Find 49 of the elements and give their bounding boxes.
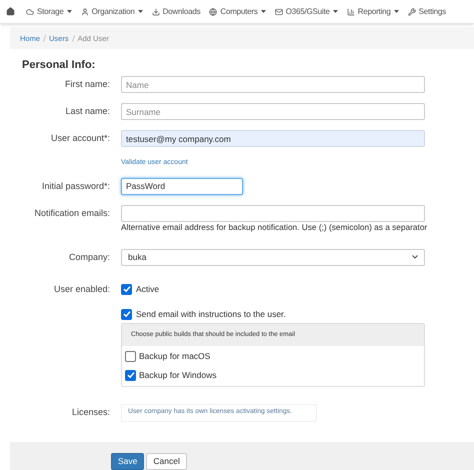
breadcrumb-separator (42, 34, 46, 42)
globe-icon (209, 8, 218, 16)
home-icon[interactable] (6, 7, 15, 16)
nav-menu-item[interactable]: O365/GSuite (274, 6, 338, 16)
wrench-icon (408, 8, 416, 16)
section-heading: Personal Info: (22, 59, 96, 71)
field-label: User account*: (50, 133, 110, 144)
caret-icon (332, 10, 338, 13)
caret-icon (260, 10, 266, 13)
cancel-button[interactable]: Cancel (146, 453, 187, 470)
text-field[interactable] (121, 204, 425, 222)
field-label: Last name: (65, 106, 110, 116)
nav-menu-item[interactable]: Downloads (152, 6, 200, 16)
breadcrumb-separator (71, 34, 75, 42)
company-select[interactable]: buka (121, 248, 425, 266)
save-button[interactable]: Save (111, 453, 144, 470)
nav-menu-item[interactable]: Storage (26, 6, 72, 16)
download-icon (152, 8, 160, 16)
user-icon (80, 8, 89, 16)
checkbox-label: Backup for Windows (139, 370, 216, 380)
nav-menu-item[interactable]: Settings (408, 6, 446, 16)
field-label: Initial password*: (42, 180, 110, 191)
caret-icon (66, 10, 72, 13)
bar-chart-icon (346, 8, 355, 16)
text-field[interactable]: Surname (121, 103, 425, 120)
nav-menu-item[interactable]: Organization (80, 6, 143, 16)
field-label: Company: (68, 252, 110, 262)
text-field[interactable]: Name (121, 76, 425, 94)
checkbox[interactable] (121, 284, 132, 295)
checkbox[interactable] (125, 370, 136, 381)
chevron-down-icon (412, 255, 418, 260)
checkbox[interactable] (121, 308, 132, 320)
cloud-icon (26, 8, 34, 16)
nav-menu-item[interactable]: Computers (209, 6, 266, 16)
caret-icon (394, 10, 399, 13)
nav-menu-item[interactable]: Reporting (346, 6, 399, 16)
field-label: User enabled: (54, 284, 110, 294)
checkbox-label: Active (136, 284, 160, 294)
help-text: Alternative email address for backup notification. Use (;) (semicolon) as a separator (121, 222, 428, 233)
text-field[interactable]: PassWord (121, 178, 243, 195)
checkbox-label: Backup for macOS (139, 350, 210, 362)
field-label: Notification emails: (34, 208, 110, 218)
envelope-icon (274, 8, 283, 16)
field-label: Licenses: (72, 407, 110, 418)
checkbox[interactable] (125, 350, 136, 362)
caret-icon (138, 10, 143, 13)
text-field[interactable]: testuser@my company.com (121, 130, 425, 148)
checkbox-label: Send email with instructions to the user. (136, 308, 286, 320)
field-label: First name: (64, 79, 110, 90)
